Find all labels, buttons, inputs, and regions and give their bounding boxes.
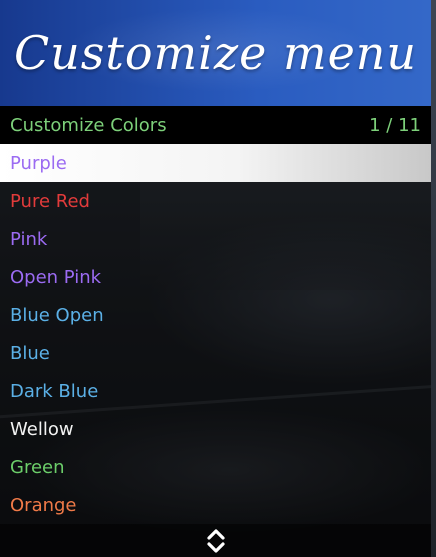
menu-subtitle-bar: Customize Colors 1 / 11 [0, 106, 431, 144]
menu-item-label: Wellow [10, 418, 74, 440]
menu-item-blue-open[interactable]: Blue Open [0, 296, 431, 334]
menu-item-label: Orange [10, 494, 77, 516]
menu-item-orange[interactable]: Orange [0, 486, 431, 524]
menu-banner: Customize menu [0, 0, 431, 106]
menu-item-blue[interactable]: Blue [0, 334, 431, 372]
menu-footer[interactable] [0, 524, 431, 557]
menu-item-label: Open Pink [10, 266, 102, 288]
menu-item-label: Pure Red [10, 190, 90, 212]
customize-menu: Customize menu Customize Colors 1 / 11 P… [0, 0, 431, 557]
menu-item-list: Purple Pure Red Pink Open Pink Blue Open Blue… [0, 144, 431, 524]
up-down-arrows-icon[interactable] [206, 528, 226, 554]
menu-item-counter: 1 / 11 [369, 114, 421, 136]
menu-item-label: Pink [10, 228, 48, 250]
menu-item-pure-red[interactable]: Pure Red [0, 182, 431, 220]
menu-item-label: Blue [10, 342, 50, 364]
menu-item-open-pink[interactable]: Open Pink [0, 258, 431, 296]
screen-edge [431, 0, 436, 557]
menu-item-label: Purple [10, 152, 67, 174]
menu-item-purple[interactable]: Purple [0, 144, 431, 182]
menu-item-dark-blue[interactable]: Dark Blue [0, 372, 431, 410]
menu-item-wellow[interactable]: Wellow [0, 410, 431, 448]
game-screen: Customize menu Customize Colors 1 / 11 P… [0, 0, 436, 557]
menu-item-label: Green [10, 456, 65, 478]
menu-item-label: Blue Open [10, 304, 104, 326]
menu-item-label: Dark Blue [10, 380, 99, 402]
menu-item-green[interactable]: Green [0, 448, 431, 486]
menu-subtitle: Customize Colors [10, 114, 167, 136]
menu-item-pink[interactable]: Pink [0, 220, 431, 258]
menu-title: Customize menu [13, 26, 418, 80]
